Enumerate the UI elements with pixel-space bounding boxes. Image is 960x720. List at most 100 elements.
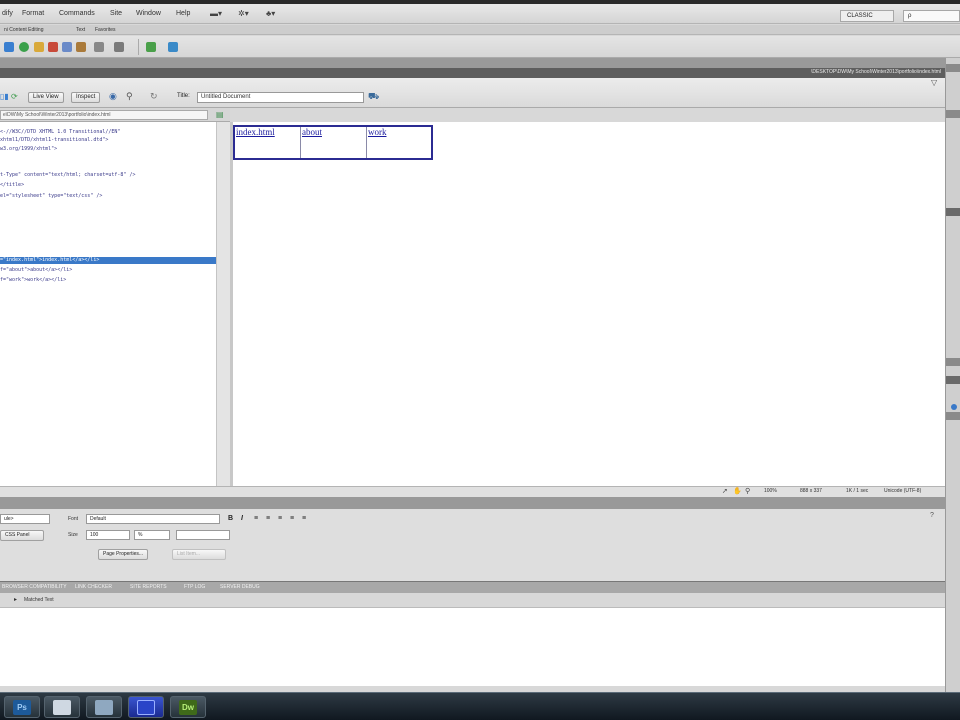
expand-icon[interactable]: ▸ [14,596,17,603]
check-browser-icon[interactable]: ⛟ [368,91,379,103]
right-panel-header[interactable] [946,208,960,216]
taskbar-app[interactable] [86,696,122,718]
preview-icon[interactable]: ◉ [109,91,117,102]
insert-bar: ni Content Editing Text Favorites [0,25,960,35]
tab-link-checker[interactable]: LINK CHECKER [75,584,112,590]
address-input[interactable]: e\DW\My School\Winter2013\portfolio\inde… [0,110,208,120]
window-size[interactable]: 888 x 337 [800,488,822,494]
taskbar-dreamweaver[interactable]: Dw [170,696,206,718]
insert-toolbar [0,36,960,58]
code-scrollbar[interactable] [216,122,230,486]
split-view-icon[interactable]: ▯▮ [0,92,9,101]
document-toolbar: ▯▮ ⟳ Live View Inspect ◉ ⚲ ↻ Title: Unti… [0,78,945,108]
windows-taskbar: Ps Dw [0,692,960,720]
font-select[interactable]: Default [86,514,220,524]
nav-table[interactable]: index.html about work [233,125,433,160]
document-tab-bar: \DESKTOP\DW\My School\Winter2013\portfol… [0,68,945,78]
taskbar-explorer[interactable] [44,696,80,718]
code-line: t-Type" content="text/html; charset=utf-… [0,172,136,178]
code-line: xhtml1/DTD/xhtml1-transitional.dtd"> [0,137,109,143]
list-item-button: List Item... [172,549,226,560]
photoshop-icon: Ps [13,700,31,715]
menu-window[interactable]: Window [136,10,161,17]
size-select[interactable]: 100 [86,530,130,540]
image-icon[interactable] [76,42,86,52]
menu-site[interactable]: Site [110,10,122,17]
menu-help[interactable]: Help [176,10,190,17]
media-icon[interactable] [94,42,104,52]
browse-icon[interactable]: ▤ [216,110,224,119]
template-icon[interactable] [146,42,156,52]
select-tool-icon[interactable]: ➚ [722,487,728,495]
status-bar: ➚ ✋ ⚲ 100% 888 x 337 1K / 1 sec Unicode … [0,486,945,497]
align-left-icon[interactable]: ≡ [254,515,261,522]
email-icon[interactable] [19,42,29,52]
anchor-icon[interactable] [34,42,44,52]
results-body[interactable] [0,608,945,686]
css-panel-button[interactable]: CSS Panel [0,530,44,541]
right-panel-group [945,58,960,692]
site-icon[interactable]: ♣▾ [266,9,275,18]
table-icon[interactable] [48,42,58,52]
panel-status-icon [951,404,957,410]
library-icon[interactable] [168,42,178,52]
menu-commands[interactable]: Commands [59,10,95,17]
tab-browser-compatibility[interactable]: BROWSER COMPATIBILITY [2,584,67,590]
align-right-icon[interactable]: ≡ [278,515,285,522]
zoom-level[interactable]: 100% [764,488,777,494]
results-column-header: Matched Text [24,597,54,603]
code-line-selected: ="index.html">index.html</a></li> [0,257,216,264]
bold-icon[interactable]: B [228,515,235,522]
nav-link-index[interactable]: index.html [235,127,301,158]
link-icon[interactable] [4,42,14,52]
format-select[interactable]: ule> [0,514,50,524]
taskbar-active-app[interactable] [128,696,164,718]
hand-tool-icon[interactable]: ✋ [733,487,742,495]
workspace-switcher[interactable]: CLASSIC [840,10,894,22]
design-view[interactable]: index.html about work [233,122,945,486]
properties-panel: ule> CSS Panel Font Default Size 100 % B… [0,509,945,581]
tab-ftp-log[interactable]: FTP LOG [184,584,205,590]
right-panel-header[interactable] [946,376,960,384]
page-properties-button[interactable]: Page Properties... [98,549,149,560]
file-management-icon[interactable]: ⚲ [126,91,133,102]
live-view-button[interactable]: Live View [28,92,64,103]
extend-icon[interactable]: ✲▾ [238,9,249,18]
nav-link-about[interactable]: about [301,127,367,158]
app-icon [95,700,113,715]
tab-site-reports[interactable]: SITE REPORTS [130,584,167,590]
document-title-input[interactable]: Untitled Document [197,92,364,103]
insert-tab-favorites[interactable]: Favorites [95,27,116,33]
right-panel-header[interactable] [946,64,960,72]
code-view[interactable]: <-//W3C//DTD XHTML 1.0 Transitional//EN"… [0,122,216,486]
reload-icon[interactable]: ↻ [150,91,158,102]
layout-icon[interactable]: ▬▾ [210,9,222,18]
filter-icon[interactable]: ▽ [931,78,937,87]
nav-link-work[interactable]: work [367,127,431,158]
menu-format[interactable]: Format [22,10,44,17]
align-center-icon[interactable]: ≡ [266,515,273,522]
right-panel-header[interactable] [946,358,960,366]
comment-icon[interactable] [114,42,124,52]
zoom-tool-icon[interactable]: ⚲ [745,487,750,495]
title-label: Title: [177,93,190,99]
insert-tab-text[interactable]: Text [76,27,85,33]
right-panel-header[interactable] [946,412,960,420]
unit-select[interactable]: % [134,530,170,540]
menu-modify[interactable]: dify [2,10,13,17]
italic-icon[interactable]: I [241,515,248,522]
align-justify-icon[interactable]: ≡ [302,515,309,522]
help-icon[interactable]: ? [930,512,934,519]
refresh-icon[interactable]: ⟳ [11,92,18,101]
color-input[interactable] [176,530,230,540]
inspect-button[interactable]: Inspect [71,92,101,103]
insert-tab-content[interactable]: ni Content Editing [4,27,43,33]
code-line: el="stylesheet" type="text/css" /> [0,193,103,199]
justify-icon[interactable]: ≡ [290,515,297,522]
search-input[interactable]: ρ [903,10,960,22]
taskbar-photoshop[interactable]: Ps [4,696,40,718]
tab-server-debug[interactable]: SERVER DEBUG [220,584,260,590]
right-panel-header[interactable] [946,110,960,118]
code-line: <-//W3C//DTD XHTML 1.0 Transitional//EN" [0,129,121,135]
div-icon[interactable] [62,42,72,52]
